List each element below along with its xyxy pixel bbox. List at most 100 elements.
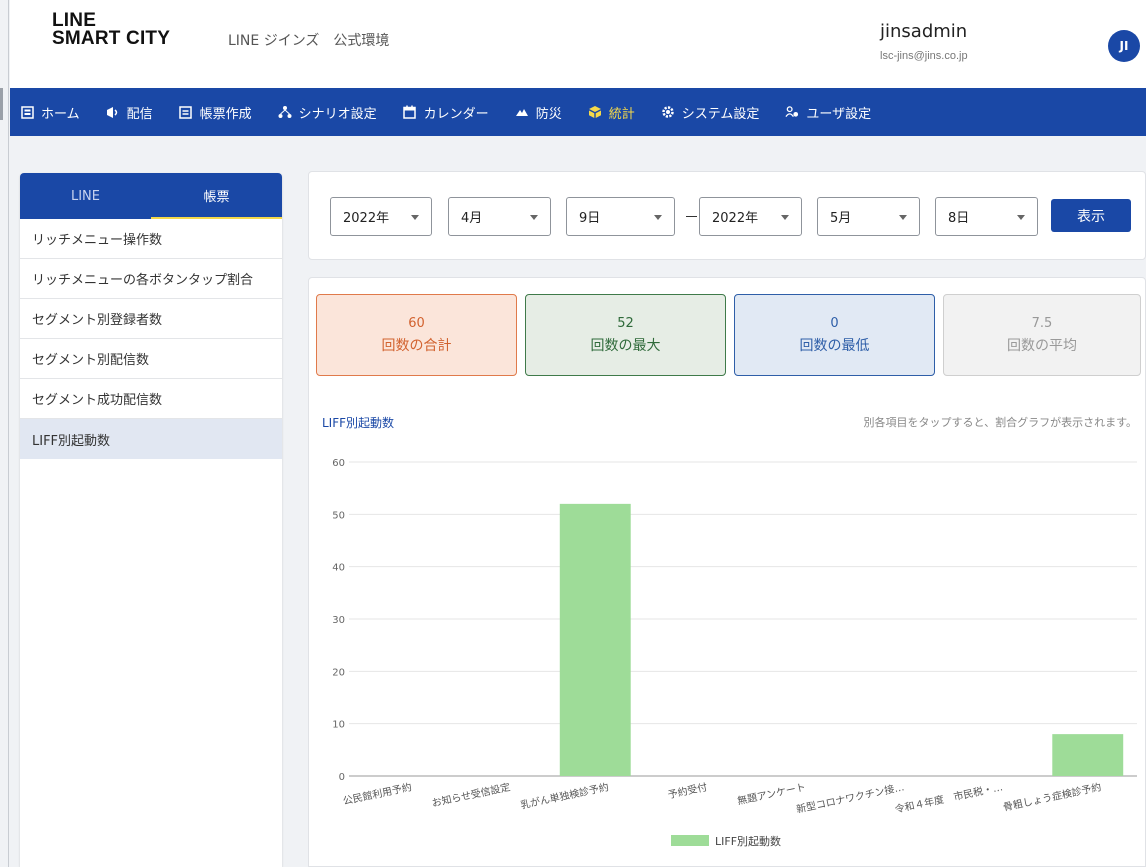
broadcast-icon: [106, 105, 120, 119]
select-value: 4月: [461, 211, 483, 226]
chart-hint: 別各項目をタップすると、割合グラフが表示されます。: [863, 416, 1137, 429]
nav-label: 統計: [608, 106, 635, 122]
to-month-select[interactable]: 5月: [817, 197, 920, 236]
disaster-icon: [515, 105, 529, 119]
window-left-edge: [0, 0, 9, 867]
home-icon: [20, 105, 34, 119]
nav-label: シナリオ設定: [298, 106, 377, 122]
nav-item-stats[interactable]: 統計: [588, 103, 635, 122]
stat-total-value: 60: [408, 315, 425, 331]
stat-avg-card: 7.5 回数の平均: [943, 294, 1141, 376]
nav-item-disaster[interactable]: 防災: [515, 103, 562, 122]
nav-item-calendar[interactable]: カレンダー: [403, 103, 489, 122]
sidebar-item-segment-success[interactable]: セグメント成功配信数: [20, 379, 282, 419]
y-tick-label: 20: [332, 667, 345, 678]
x-tick-label: 無題アンケート: [736, 780, 807, 807]
nav-label: 帳票作成: [199, 106, 252, 122]
sidebar-item-liff-launches[interactable]: LIFF別起動数: [20, 419, 282, 459]
range-dash: [686, 216, 697, 217]
x-tick-label: 新型コロナワクチン接…: [795, 780, 905, 816]
chevron-down-icon: [899, 215, 907, 220]
nav-label: 防災: [535, 106, 562, 122]
stat-max-value: 52: [617, 315, 634, 331]
legend-swatch: [671, 835, 709, 846]
from-day-select[interactable]: 9日: [566, 197, 675, 236]
sidebar-item-richmenu-ratio[interactable]: リッチメニューの各ボタンタップ割合: [20, 259, 282, 299]
x-tick-label: 骨粗しょう症検診予約: [1002, 780, 1103, 814]
stats-sidebar: LINE 帳票 リッチメニュー操作数 リッチメニューの各ボタンタップ割合 セグメ…: [20, 173, 282, 867]
stats-panel: 60 回数の合計 52 回数の最大 0 回数の最低 7.5 回数の平均 LIFF…: [308, 277, 1146, 867]
chevron-down-icon: [1017, 215, 1025, 220]
main-nav: ホーム 配信 帳票作成 シナリオ設定 カレンダー 防災 統計 システム設定 ユー…: [10, 88, 1146, 136]
y-tick-label: 10: [332, 720, 345, 731]
y-tick-label: 0: [339, 772, 345, 783]
x-tick-label: 乳がん単独検診予約: [519, 780, 610, 811]
y-tick-label: 40: [332, 563, 345, 574]
header: LINE SMART CITY LINE ジインズ 公式環境 jinsadmin…: [10, 0, 1146, 88]
y-tick-label: 30: [332, 615, 345, 626]
nav-item-home[interactable]: ホーム: [20, 103, 80, 122]
sidebar-item-segment-deliveries[interactable]: セグメント別配信数: [20, 339, 282, 379]
date-filter: 2022年 4月 9日 2022年 5月 8日 表示: [308, 171, 1146, 260]
edge-marker: [0, 88, 3, 120]
bar: [1052, 734, 1124, 776]
legend-label: LIFF別起動数: [715, 834, 781, 848]
stat-max-label: 回数の最大: [590, 337, 661, 354]
bar: [559, 503, 631, 776]
logo-line2: SMART CITY: [52, 28, 171, 49]
stat-total-card: 60 回数の合計: [316, 294, 517, 376]
chart-title: LIFF別起動数: [322, 416, 395, 430]
stat-min-card: 0 回数の最低: [734, 294, 935, 376]
bar-chart: 0 10 20 30 40 50 60 公民館利用予約 お知らせ受信設定 乳がん単独検診予約 予約受…: [332, 458, 1137, 848]
x-tick-label: お知らせ受信設定: [431, 780, 512, 809]
users-icon: [785, 105, 799, 119]
sidebar-item-segment-registrants[interactable]: セグメント別登録者数: [20, 299, 282, 339]
app: LINE SMART CITY LINE ジインズ 公式環境 jinsadmin…: [10, 0, 1146, 867]
stat-max-card: 52 回数の最大: [525, 294, 726, 376]
user-name: jinsadmin: [880, 21, 968, 42]
show-button[interactable]: 表示: [1051, 199, 1131, 232]
stat-min-value: 0: [830, 315, 839, 331]
nav-item-system-settings[interactable]: システム設定: [661, 103, 760, 122]
from-year-select[interactable]: 2022年: [330, 197, 432, 236]
chevron-down-icon: [781, 215, 789, 220]
tab-forms[interactable]: 帳票: [151, 173, 282, 219]
stats-icon: [588, 105, 602, 119]
nav-item-user-settings[interactable]: ユーザ設定: [785, 103, 871, 122]
chevron-down-icon: [411, 215, 419, 220]
select-value: 8日: [948, 211, 970, 226]
from-month-select[interactable]: 4月: [448, 197, 551, 236]
select-value: 2022年: [343, 211, 390, 226]
nav-label: ホーム: [41, 106, 80, 122]
nav-item-broadcast[interactable]: 配信: [106, 103, 153, 122]
tab-line[interactable]: LINE: [20, 173, 151, 219]
nav-label: システム設定: [681, 106, 760, 122]
user-email: lsc-jins@jins.co.jp: [880, 50, 968, 62]
environment-name: LINE ジインズ 公式環境: [228, 33, 390, 49]
nav-item-scenario[interactable]: シナリオ設定: [278, 103, 377, 122]
avatar[interactable]: JI: [1108, 30, 1140, 62]
stat-total-label: 回数の合計: [381, 337, 452, 354]
x-tick-label: 令和４年度 市民税・…: [894, 780, 1004, 816]
x-tick-label: 予約受付: [667, 780, 709, 801]
select-value: 5月: [830, 211, 852, 226]
form-icon: [179, 105, 193, 119]
sidebar-item-richmenu-ops[interactable]: リッチメニュー操作数: [20, 219, 282, 259]
nav-label: カレンダー: [423, 106, 489, 122]
scenario-icon: [278, 105, 292, 119]
select-value: 9日: [579, 211, 601, 226]
nav-label: 配信: [126, 106, 153, 122]
x-tick-label: 公民館利用予約: [342, 780, 413, 807]
select-value: 2022年: [712, 211, 759, 226]
y-tick-label: 50: [332, 510, 345, 521]
y-tick-label: 60: [332, 458, 345, 469]
sidebar-tabs: LINE 帳票: [20, 173, 282, 219]
gear-icon: [661, 105, 675, 119]
chevron-down-icon: [530, 215, 538, 220]
logo[interactable]: LINE SMART CITY: [52, 11, 171, 49]
to-day-select[interactable]: 8日: [935, 197, 1038, 236]
to-year-select[interactable]: 2022年: [699, 197, 802, 236]
stat-min-label: 回数の最低: [799, 337, 870, 354]
nav-item-form[interactable]: 帳票作成: [179, 103, 252, 122]
nav-label: ユーザ設定: [806, 106, 872, 122]
